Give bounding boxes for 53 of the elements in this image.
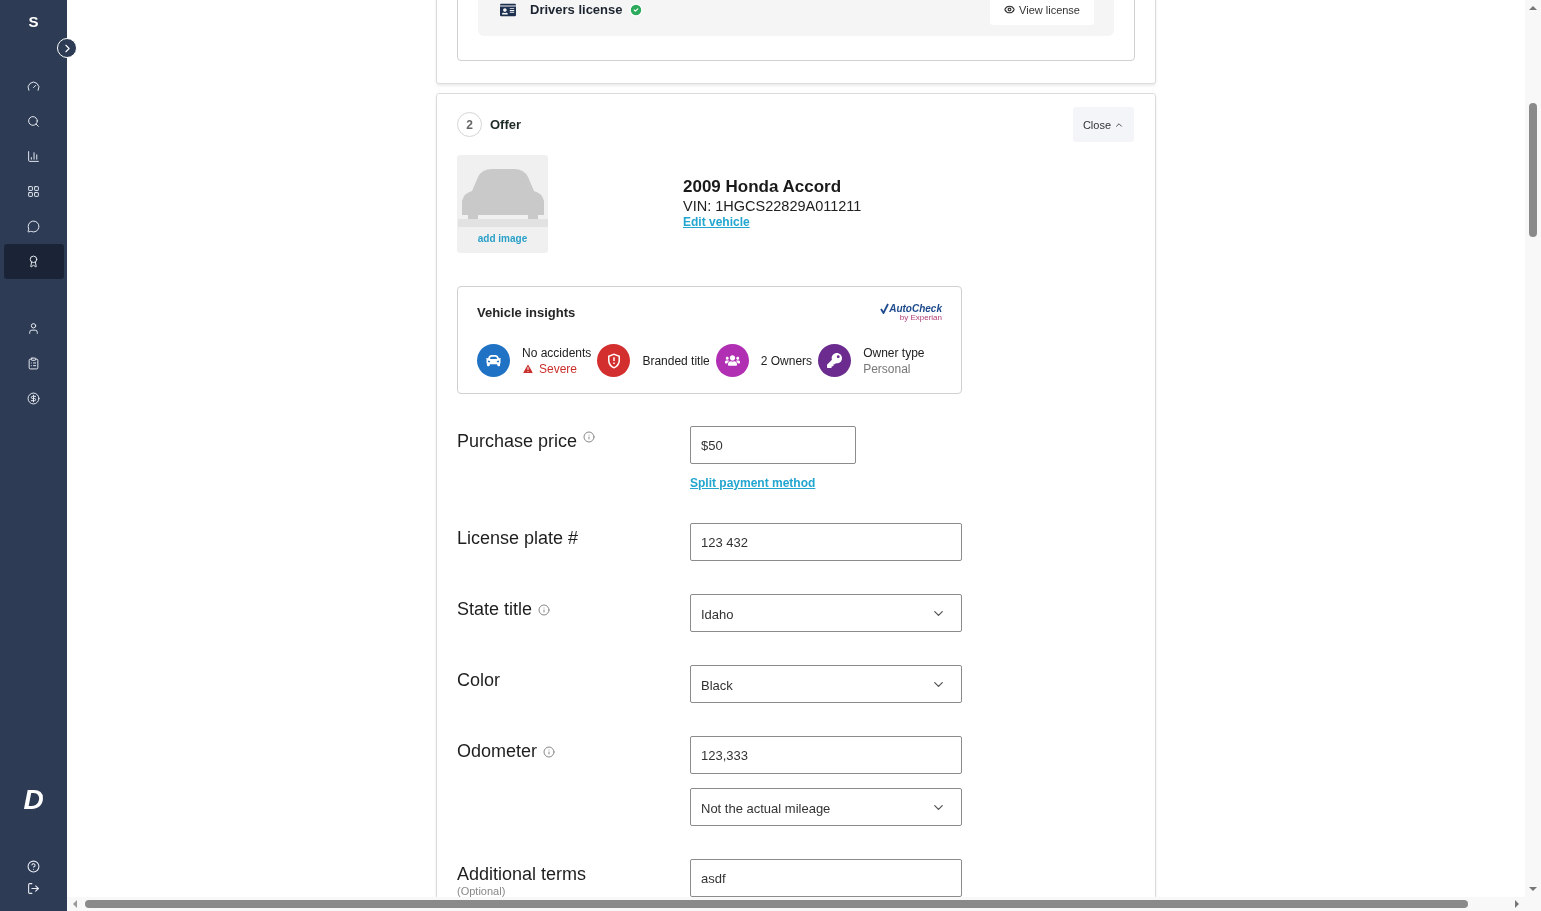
autocheck-logo: AutoCheck [880, 303, 942, 314]
vehicle-title: 2009 Honda Accord [683, 177, 843, 197]
optional-note: (Optional) [457, 885, 507, 897]
vertical-scrollbar[interactable] [1525, 0, 1541, 897]
view-license-button[interactable]: View license [990, 0, 1094, 25]
field-label: Purchase price [457, 431, 578, 452]
close-button[interactable]: Close [1072, 107, 1134, 142]
field-label: License plate # [457, 528, 579, 549]
select-field[interactable]: Idaho [690, 594, 962, 632]
help-icon [27, 859, 40, 873]
expand-button[interactable] [57, 38, 77, 58]
select-field[interactable]: Black [690, 665, 962, 703]
insight-title: 2 Owners [760, 353, 813, 368]
input-field[interactable]: 123 432 [690, 523, 962, 561]
info-icon[interactable] [543, 745, 556, 758]
license-label: Drivers license [530, 2, 623, 17]
insight-title: Branded title [642, 353, 710, 368]
grid-icon [27, 185, 40, 198]
input-field[interactable]: 123,333 [690, 736, 962, 774]
insight-title: Owner type [863, 345, 925, 360]
chart-icon [27, 150, 40, 163]
input-field[interactable]: $50 [690, 426, 856, 464]
dollar-icon [27, 392, 40, 405]
award-icon [27, 255, 40, 268]
logo-subtitle: by Experian [899, 314, 942, 322]
id-card-icon [500, 1, 516, 18]
insight-detail: Personal [863, 361, 912, 376]
field-label: Color [457, 670, 500, 691]
eye-icon [1004, 4, 1016, 15]
info-icon[interactable] [583, 431, 596, 443]
horizontal-scrollbar[interactable] [67, 897, 1541, 911]
user-icon [27, 322, 40, 335]
search-icon [27, 115, 40, 128]
input-field[interactable]: asdf [690, 859, 962, 897]
warning-icon [522, 362, 534, 375]
section-title: Offer [490, 117, 522, 132]
field-label: Odometer [457, 741, 538, 762]
insights-title: Vehicle insights [477, 305, 576, 320]
logo: D [23, 785, 44, 815]
gauge-icon [27, 80, 40, 93]
insight-detail: Severe [539, 361, 578, 376]
chat-icon [27, 220, 40, 233]
brand-letter: S [28, 12, 39, 32]
info-icon[interactable] [538, 603, 551, 616]
insight-title: No accidents [522, 345, 592, 360]
field-label: Additional terms [457, 864, 587, 885]
select-field[interactable]: Not the actual mileage [690, 788, 962, 826]
check-icon [880, 303, 890, 314]
field-label: State title [457, 599, 533, 620]
vin-text: VIN: 1HGCS22829A011211 [683, 197, 862, 215]
logout-icon [27, 881, 40, 895]
nav-item[interactable] [3, 244, 64, 279]
clipboard-icon [27, 357, 40, 370]
